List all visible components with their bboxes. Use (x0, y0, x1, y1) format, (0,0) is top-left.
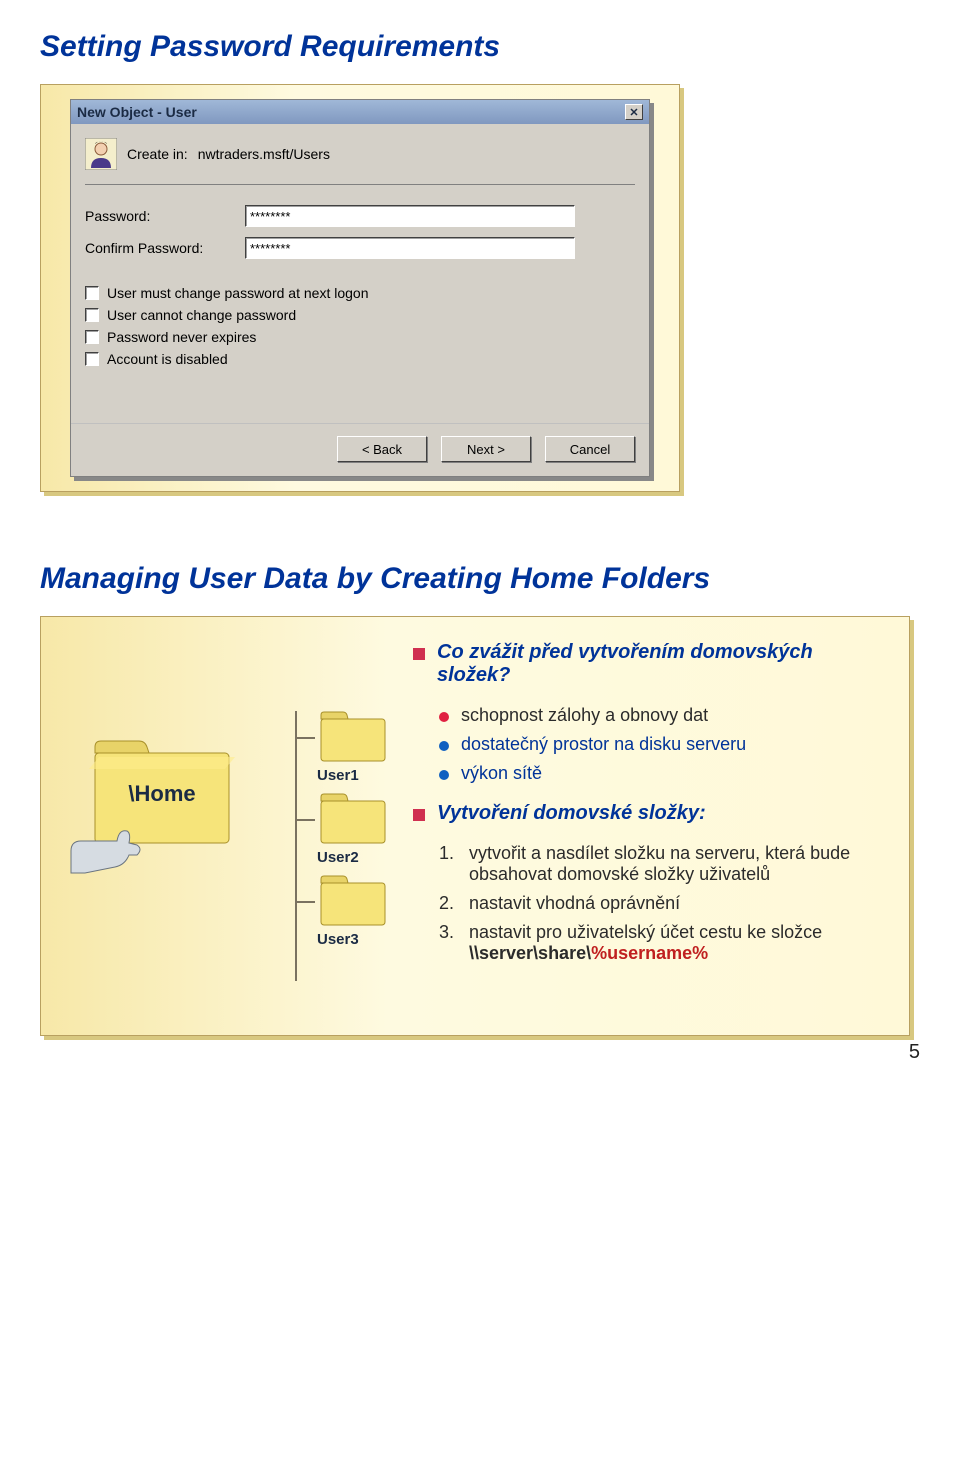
tree-h-line (295, 901, 315, 903)
home-folder-graphic: \Home (65, 721, 255, 861)
close-icon[interactable]: ✕ (625, 104, 643, 120)
back-button[interactable]: < Back (337, 436, 427, 462)
chk-label-4: Account is disabled (107, 351, 228, 367)
q2-item-text-1: nastavit vhodná oprávnění (469, 893, 680, 914)
bullet-dot-blue-icon (439, 770, 449, 780)
q1-row: Co zvážit před vytvořením domovských slo… (413, 641, 885, 697)
q2-item-text-2: nastavit pro uživatelský účet cestu ke s… (469, 922, 822, 964)
bullet-dot-blue-icon (439, 741, 449, 751)
small-folder-icon (317, 875, 389, 929)
q2-row: Vytvoření domovské složky: (413, 802, 885, 835)
chk-row-1: User must change password at next logon (85, 285, 635, 301)
q1-item-2: výkon sítě (439, 763, 885, 784)
checkbox-never-expires[interactable] (85, 330, 99, 344)
password-input[interactable] (245, 205, 575, 227)
user-head-icon (85, 138, 117, 170)
dialog-titlebar: New Object - User ✕ (71, 100, 649, 124)
q2-item-text-0: vytvořit a nasdílet složku na serveru, k… (469, 843, 885, 885)
chk-label-2: User cannot change password (107, 307, 296, 323)
q2-num-0: 1. (439, 843, 457, 864)
createin-row: Create in: nwtraders.msft/Users (85, 138, 635, 185)
checkbox-cannot-change[interactable] (85, 308, 99, 322)
chk-row-3: Password never expires (85, 329, 635, 345)
checkbox-account-disabled[interactable] (85, 352, 99, 366)
q2-list: 1. vytvořit a nasdílet složku na serveru… (439, 843, 885, 964)
chk-row-4: Account is disabled (85, 351, 635, 367)
folder-label-1: User2 (317, 849, 359, 866)
dialog-body: Create in: nwtraders.msft/Users Password… (71, 124, 649, 423)
q1-item-text-1: dostatečný prostor na disku serveru (461, 734, 746, 755)
bullet-square-icon (413, 648, 425, 660)
password-label: Password: (85, 208, 245, 224)
folder-label-2: User3 (317, 931, 359, 948)
small-folder-icon (317, 711, 389, 765)
q1-list: schopnost zálohy a obnovy dat dostatečný… (439, 705, 885, 784)
q1-item-text-0: schopnost zálohy a obnovy dat (461, 705, 708, 726)
confirm-label: Confirm Password: (85, 240, 245, 256)
page-number: 5 (909, 1041, 920, 1064)
dialog-button-bar: < Back Next > Cancel (71, 423, 649, 476)
confirm-row: Confirm Password: (85, 237, 635, 259)
confirm-input[interactable] (245, 237, 575, 259)
q1-item-1: dostatečný prostor na disku serveru (439, 734, 885, 755)
password-row: Password: (85, 205, 635, 227)
createin-path: nwtraders.msft/Users (198, 146, 330, 162)
folder-row-1: User2 (279, 793, 389, 875)
new-user-dialog: New Object - User ✕ Create in: nwtraders… (70, 99, 650, 477)
chk-label-1: User must change password at next logon (107, 285, 368, 301)
q2-item-0: 1. vytvořit a nasdílet složku na serveru… (439, 843, 885, 885)
createin-label: Create in: (127, 146, 188, 162)
bullet-square-icon (413, 809, 425, 821)
chk-row-2: User cannot change password (85, 307, 635, 323)
folder-tree: User1 User2 User3 (279, 711, 389, 1011)
bullet-dot-red-icon (439, 712, 449, 722)
chk-label-3: Password never expires (107, 329, 256, 345)
folder-row-2: User3 (279, 875, 389, 957)
slide2-title: Managing User Data by Creating Home Fold… (40, 562, 920, 596)
slide2-card: \Home User1 User2 (40, 616, 910, 1036)
q1-head: Co zvážit před vytvořením domovských slo… (437, 641, 885, 687)
q1-item-0: schopnost zálohy a obnovy dat (439, 705, 885, 726)
tree-h-line (295, 737, 315, 739)
hand-icon (65, 815, 145, 875)
small-folder-icon (317, 793, 389, 847)
tree-h-line (295, 819, 315, 821)
q2-num-2: 3. (439, 922, 457, 943)
checkbox-must-change[interactable] (85, 286, 99, 300)
path-var: %username% (591, 943, 708, 963)
q1-item-text-2: výkon sítě (461, 763, 542, 784)
q2-item-2: 3. nastavit pro uživatelský účet cestu k… (439, 922, 885, 964)
slide1-title: Setting Password Requirements (40, 30, 920, 64)
dialog-title-text: New Object - User (77, 104, 197, 120)
path-prefix: \\server\share\ (469, 943, 591, 963)
q2-num-1: 2. (439, 893, 457, 914)
folder-label-0: User1 (317, 767, 359, 784)
q2-item-1: 2. nastavit vhodná oprávnění (439, 893, 885, 914)
slide2-content: Co zvážit před vytvořením domovských slo… (413, 641, 885, 1011)
next-button[interactable]: Next > (441, 436, 531, 462)
slide1-card: New Object - User ✕ Create in: nwtraders… (40, 84, 680, 492)
folder-row-0: User1 (279, 711, 389, 793)
cancel-button[interactable]: Cancel (545, 436, 635, 462)
q2-head: Vytvoření domovské složky: (437, 802, 706, 825)
